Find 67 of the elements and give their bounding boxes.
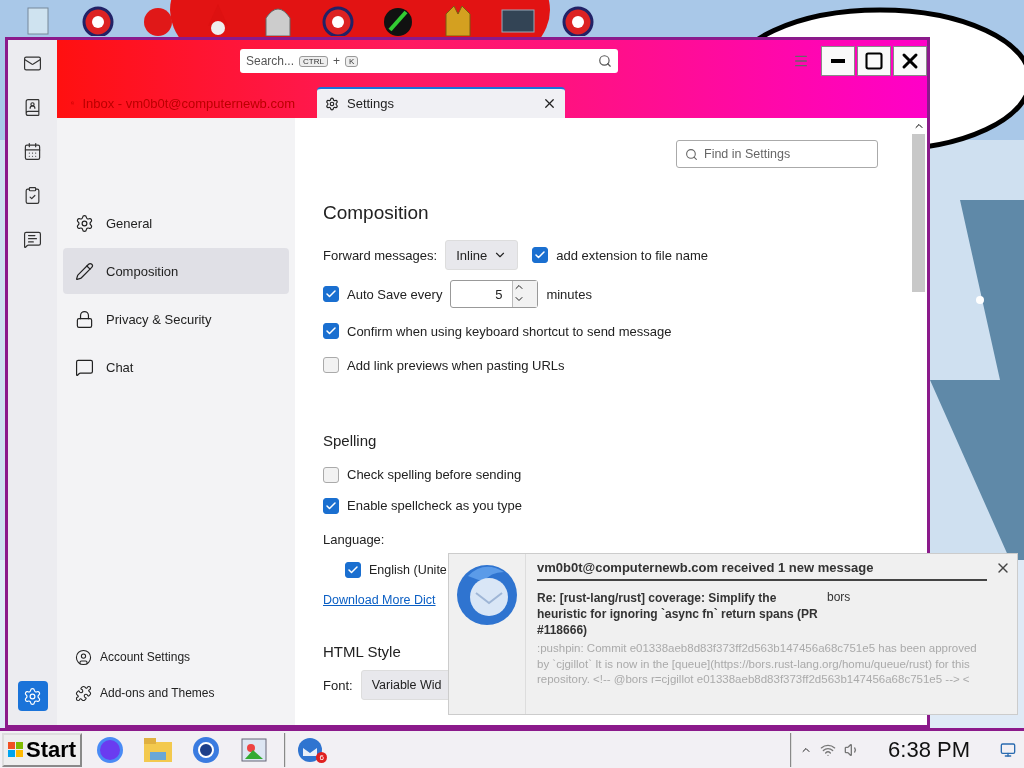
checkbox[interactable] — [532, 247, 549, 263]
download-link[interactable]: Download More Dict — [323, 593, 436, 607]
close-button[interactable] — [893, 46, 927, 76]
maximize-icon — [864, 51, 884, 71]
checkbox-label: Check spelling before sending — [347, 467, 522, 482]
clock: 6:38 PM — [888, 736, 970, 763]
pencil-icon — [75, 261, 94, 281]
photos-icon[interactable] — [239, 735, 270, 764]
gear-icon — [75, 213, 94, 233]
checkmark-icon — [325, 288, 337, 300]
notification-title: vm0b0t@computernewb.com received 1 new message — [537, 560, 987, 581]
user-icon — [75, 648, 92, 666]
number-field[interactable]: 5 — [450, 280, 539, 308]
search-icon — [685, 147, 698, 161]
message-preview: :pushpin: Commit e01338aeb8d83f373ff2d563b147456a68c751e5 has been approved by `cjgillot` It is now in the [queue](https://bors.rust-lang.org/homu/queue/rust) for this repository. <!-- @bors r=cjgillot e01338aeb8d83f373ff2d563b147456a68c751e5 --> < — [537, 641, 978, 687]
checkbox[interactable] — [323, 466, 339, 483]
checkbox[interactable] — [323, 497, 339, 514]
bird-icon[interactable] — [296, 735, 325, 764]
close-icon[interactable] — [542, 96, 557, 111]
sidebar-item[interactable]: Privacy & Security — [63, 296, 289, 342]
checkmark-icon — [347, 564, 359, 576]
minimize-button[interactable] — [821, 46, 855, 76]
checkbox[interactable] — [323, 357, 339, 373]
checkbox-label: Enable spellcheck as you type — [347, 498, 522, 513]
checkbox[interactable] — [345, 562, 361, 578]
checkbox[interactable] — [323, 286, 339, 302]
sidebar-link[interactable]: Add-ons and Themes — [63, 675, 289, 711]
section-heading: Spelling — [323, 432, 377, 449]
field-label: Language: — [323, 531, 385, 547]
sidebar-item[interactable]: General — [63, 200, 289, 246]
checkmark-icon — [325, 325, 337, 337]
sidebar-item[interactable]: Composition — [63, 248, 289, 294]
puzzle-icon — [75, 684, 92, 702]
forward-select[interactable]: Inline — [445, 240, 519, 270]
start-button[interactable]: Start — [2, 732, 83, 767]
search-field[interactable]: Search... CTRL + K — [240, 49, 618, 73]
settings-icon[interactable] — [17, 681, 48, 711]
lock-icon — [75, 309, 94, 329]
search-icon — [598, 54, 612, 68]
sidebar-item[interactable]: Chat — [63, 344, 289, 390]
message-sender: bors — [827, 590, 851, 606]
minimize-icon — [831, 59, 845, 63]
app-icon[interactable] — [96, 735, 125, 764]
checkbox-label: Add link previews when pasting URLs — [347, 357, 565, 373]
maximize-button[interactable] — [857, 46, 891, 76]
browser-icon[interactable] — [192, 735, 221, 764]
checkbox-label: Auto Save every — [347, 286, 443, 302]
unit-label: minutes — [546, 286, 592, 302]
tab[interactable]: Settings — [317, 87, 565, 118]
sidebar-link[interactable]: Account Settings — [63, 639, 289, 675]
windows-logo-icon — [8, 741, 24, 758]
field-label: Forward messages: — [323, 247, 438, 263]
chat-icon — [75, 357, 94, 377]
section-heading: Composition — [323, 202, 429, 224]
checkbox[interactable] — [323, 323, 339, 339]
checkbox-label: English (Unite — [369, 563, 447, 577]
checkmark-icon — [534, 249, 547, 261]
checkmark-icon — [325, 499, 337, 512]
checkbox-label: add extension to file name — [556, 247, 708, 263]
count-badge: 6 — [316, 751, 328, 763]
message-subject: Re: [rust-lang/rust] coverage: Simplify the heuristic for ignoring `async fn` return spans (PR #118666) — [537, 590, 819, 638]
section-heading: HTML Style — [323, 643, 401, 660]
show-desktop-icon[interactable] — [1000, 741, 1016, 758]
checkbox-label: Confirm when using keyboard shortcut to send message — [347, 323, 672, 339]
field-label: Font: — [323, 677, 353, 693]
gear-icon — [325, 96, 339, 111]
find-field[interactable]: Find in Settings — [676, 140, 878, 168]
